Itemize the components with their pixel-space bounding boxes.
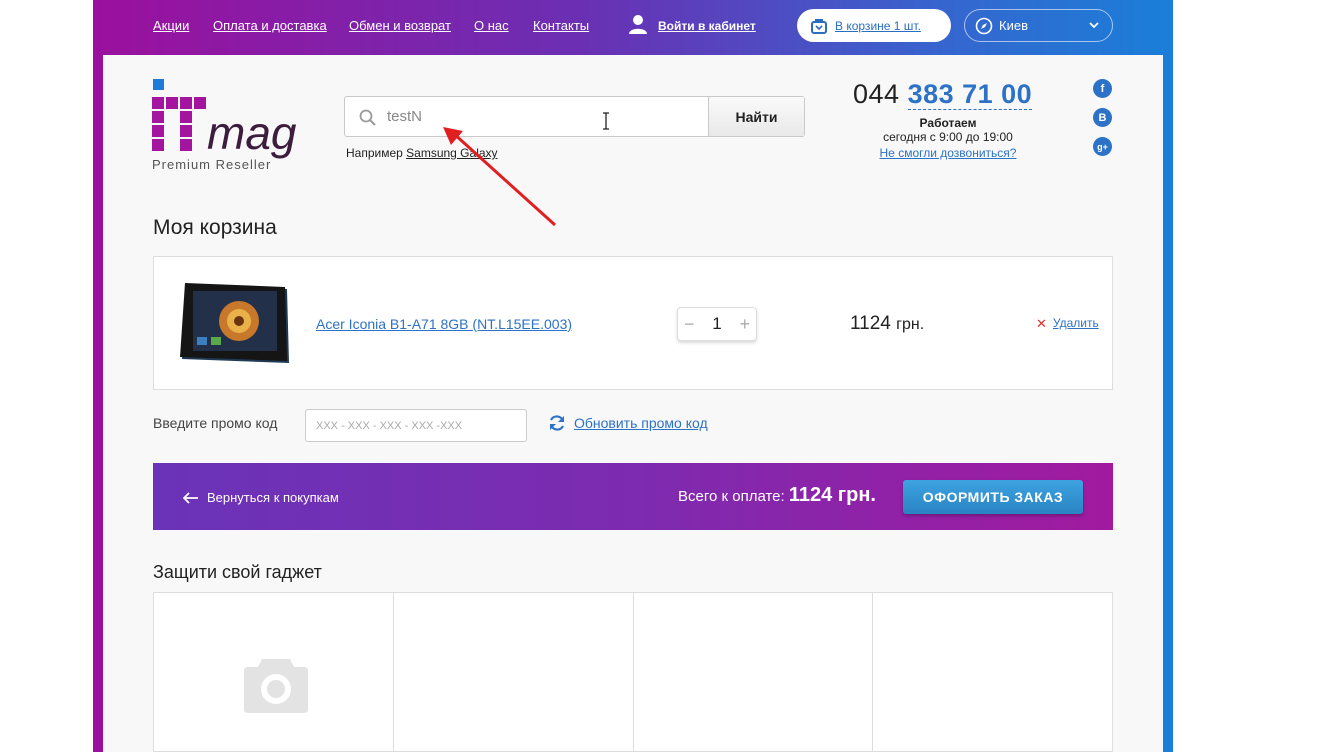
phone-prefix: 044 [853,79,900,109]
compass-icon [975,17,993,34]
increase-quantity-button[interactable]: + [739,314,750,335]
chevron-down-icon [1089,22,1099,29]
cart-item: Acer Iconia B1-A71 8GB (NT.L15EE.003) − … [153,256,1113,390]
product-image[interactable] [179,281,291,365]
site-frame: Акции Оплата и доставка Обмен и возврат … [93,0,1173,752]
page-content: mag Premium Reseller Найти Например Sams… [103,55,1163,752]
vkontakte-icon[interactable]: B [1093,108,1112,127]
back-to-shopping-link[interactable]: Вернуться к покупкам [183,490,339,505]
callback-link[interactable]: Не смогли дозвониться? [873,146,1023,160]
quantity-value[interactable]: 1 [712,314,721,334]
nav-link-contacts[interactable]: Контакты [533,18,589,33]
top-nav: Акции Оплата и доставка Обмен и возврат … [93,0,1173,52]
nav-link-promotions[interactable]: Акции [153,18,189,33]
order-total: Всего к оплате: 1124 грн. [678,484,876,507]
basket-icon [811,18,827,34]
product-name-link[interactable]: Acer Iconia B1-A71 8GB (NT.L15EE.003) [316,316,572,332]
camera-icon [244,659,308,713]
quantity-stepper: − 1 + [677,307,757,341]
remove-item-button[interactable]: ✕ Удалить [1036,316,1099,332]
city-label: Киев [999,18,1028,33]
accessory-card[interactable] [154,593,394,751]
place-order-button[interactable]: ОФОРМИТЬ ЗАКАЗ [903,480,1083,514]
close-icon: ✕ [1036,316,1047,331]
remove-item-label: Удалить [1052,316,1099,330]
cart-title: Моя корзина [153,216,277,239]
login-label: Войти в кабинет [658,19,756,33]
decrease-quantity-button[interactable]: − [684,314,695,335]
search-button[interactable]: Найти [708,97,804,136]
checkout-bar: Вернуться к покупкам Всего к оплате: 112… [153,463,1113,530]
google-plus-icon[interactable]: g+ [1093,137,1112,156]
phone-main: 383 71 00 [907,79,1033,110]
annotation-arrow-icon [443,127,557,227]
promo-code-input[interactable] [305,409,527,442]
cart-button[interactable]: В корзине 1 шт. [797,9,951,42]
user-icon [629,15,647,34]
nav-link-exchange-return[interactable]: Обмен и возврат [349,18,451,33]
accessory-card[interactable] [873,593,1112,751]
facebook-icon[interactable]: f [1093,79,1112,98]
login-link[interactable]: Войти в кабинет [628,14,756,34]
back-to-shopping-label: Вернуться к покупкам [207,490,339,505]
search-icon [359,109,376,126]
order-total-amount: 1124 грн. [788,484,876,506]
search-box: Найти [344,96,805,137]
protect-title: Защити свой гаджет [153,562,322,582]
item-price-amount: 1124 [850,313,891,334]
city-select[interactable]: Киев [964,9,1113,42]
svg-text:mag: mag [207,107,297,159]
item-price-currency: грн. [896,316,925,333]
accessory-card[interactable] [634,593,874,751]
order-total-label: Всего к оплате: [678,488,785,505]
nav-link-about[interactable]: О нас [474,18,509,33]
accessory-card[interactable] [394,593,634,751]
refresh-icon [549,415,565,431]
phone-number[interactable]: 044 383 71 00 [853,79,1033,110]
logo-subtitle: Premium Reseller [152,157,272,172]
search-example-prefix: Например [346,146,403,160]
refresh-promo-label: Обновить промо код [574,415,708,431]
arrow-left-icon [183,491,198,504]
promo-label: Введите промо код [153,415,278,431]
text-cursor-icon [603,112,609,130]
working-hours: сегодня с 9:00 до 19:00 [883,130,1013,144]
refresh-promo-button[interactable]: Обновить промо код [548,414,708,432]
item-price: 1124 грн. [850,313,924,335]
hours-title: Работаем [919,116,977,130]
nav-link-payment-delivery[interactable]: Оплата и доставка [213,18,327,33]
accessory-grid [153,592,1113,752]
cart-label: В корзине 1 шт. [835,18,921,33]
